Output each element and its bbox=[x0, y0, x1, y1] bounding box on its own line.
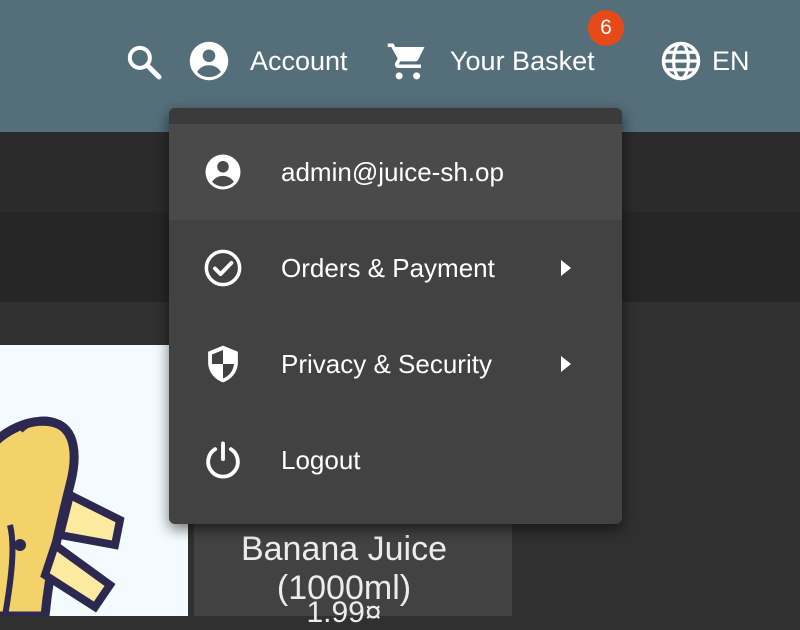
basket-button[interactable]: Your Basket bbox=[386, 38, 595, 84]
search-icon bbox=[127, 45, 162, 80]
account-menu: admin@juice-sh.op Orders & Payment Priva… bbox=[169, 108, 622, 524]
banana-illustration bbox=[0, 416, 125, 616]
account-circle-icon bbox=[189, 41, 229, 81]
menu-item-logout[interactable]: Logout bbox=[169, 412, 622, 508]
product-price: 1.99¤ bbox=[306, 596, 382, 629]
basket-label: Your Basket bbox=[450, 45, 595, 76]
account-label: Account bbox=[250, 45, 348, 76]
privacy-security-label: Privacy & Security bbox=[281, 348, 492, 379]
chevron-right-icon bbox=[561, 356, 571, 372]
product-image[interactable] bbox=[0, 345, 188, 616]
logout-label: Logout bbox=[281, 444, 361, 475]
menu-item-user-email[interactable]: admin@juice-sh.op bbox=[169, 124, 622, 220]
power-icon bbox=[206, 441, 240, 479]
menu-top-edge bbox=[169, 108, 622, 124]
language-label: EN bbox=[712, 45, 750, 76]
menu-item-orders-payment[interactable]: Orders & Payment bbox=[169, 220, 622, 316]
search-button[interactable] bbox=[124, 42, 164, 82]
chevron-right-icon bbox=[561, 260, 571, 276]
basket-count-badge: 6 bbox=[588, 10, 624, 46]
account-circle-icon bbox=[205, 154, 241, 190]
user-email-label: admin@juice-sh.op bbox=[281, 156, 504, 187]
account-button[interactable]: Account bbox=[188, 38, 348, 84]
language-button[interactable]: EN bbox=[660, 38, 750, 84]
check-circle-icon bbox=[204, 249, 242, 287]
orders-payment-label: Orders & Payment bbox=[281, 252, 495, 283]
cart-icon bbox=[387, 43, 425, 80]
menu-item-privacy-security[interactable]: Privacy & Security bbox=[169, 316, 622, 412]
shield-icon bbox=[208, 345, 238, 383]
globe-icon bbox=[661, 41, 701, 81]
